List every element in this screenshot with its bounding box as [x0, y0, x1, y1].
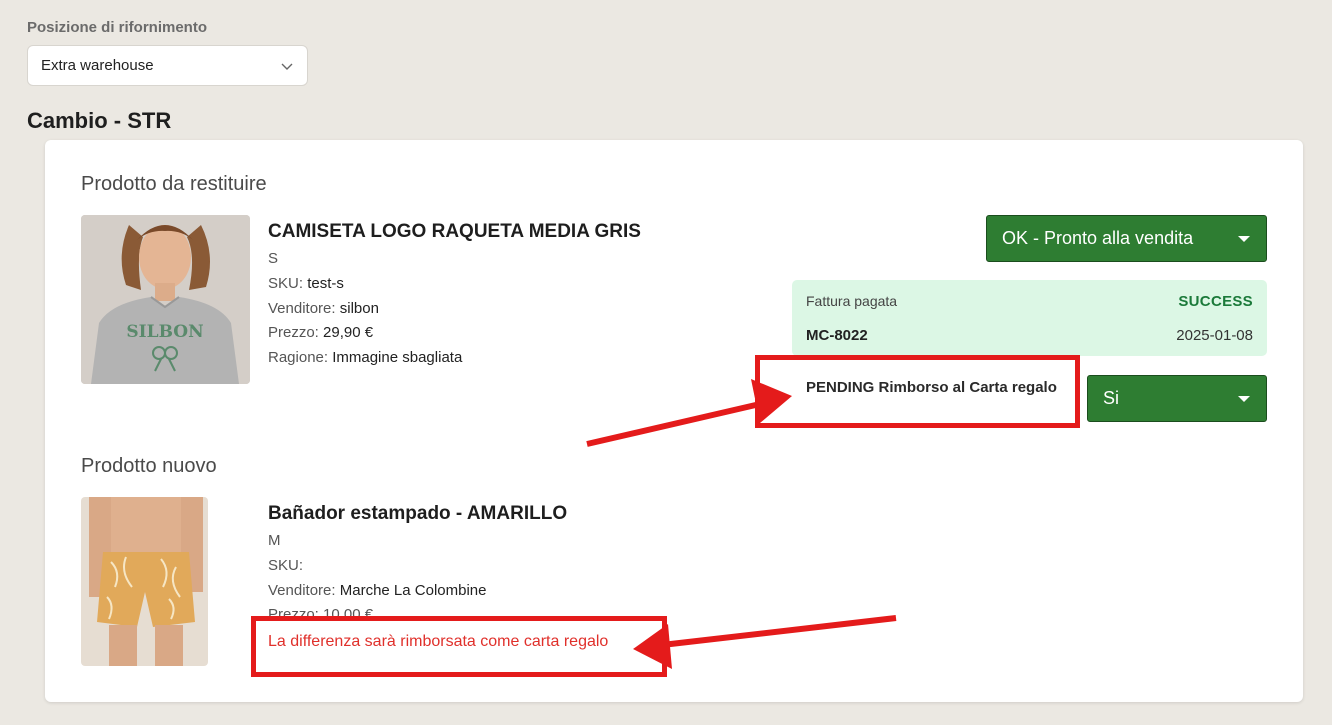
arrow-icon [586, 379, 792, 447]
arrow-icon [633, 615, 897, 669]
annotation-arrows [586, 379, 897, 669]
page: Posizione di rifornimento Extra warehous… [0, 0, 1332, 725]
